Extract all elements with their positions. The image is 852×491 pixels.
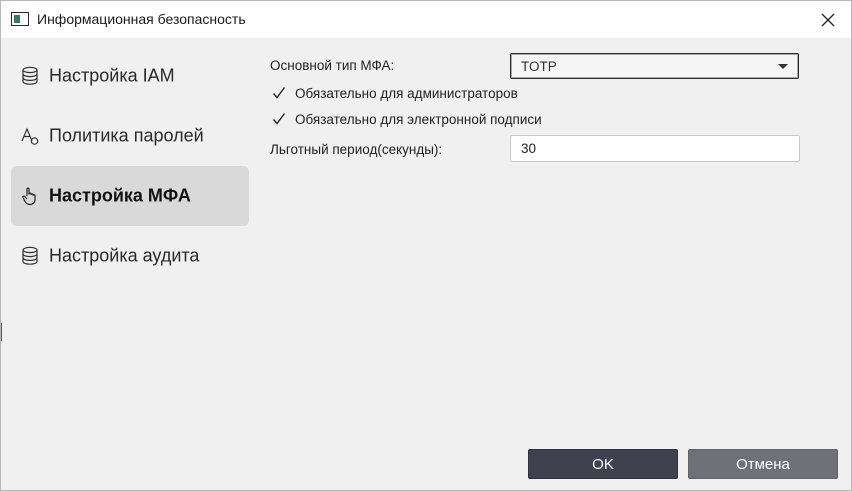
sidebar-item-iam[interactable]: Настройка IAM (11, 46, 249, 106)
mfa-type-value: TOTP (521, 59, 557, 74)
chevron-down-icon (778, 64, 788, 69)
grace-period-input[interactable] (510, 135, 800, 162)
require-admins-checkbox[interactable] (270, 84, 288, 102)
text-style-icon (20, 126, 40, 146)
sidebar-item-label: Настройка МФА (49, 185, 191, 206)
window-title: Информационная безопасность (37, 11, 246, 27)
cancel-button[interactable]: Отмена (688, 449, 838, 479)
require-esign-checkbox[interactable] (270, 110, 288, 128)
sidebar-item-mfa[interactable]: Настройка МФА (11, 166, 249, 226)
sidebar-item-label: Настройка IAM (49, 65, 175, 86)
hand-pointer-icon (20, 186, 40, 206)
sidebar-item-audit[interactable]: Настройка аудита (11, 226, 249, 286)
sidebar-item-password-policy[interactable]: Политика паролей (11, 106, 249, 166)
settings-sidebar: Настройка IAM Политика паролей Настройка… (11, 46, 249, 286)
database-icon (20, 246, 40, 266)
mfa-type-label: Основной тип МФА: (270, 58, 395, 73)
close-icon (821, 13, 835, 26)
title-bar[interactable]: Информационная безопасность (1, 1, 851, 38)
grace-period-label: Льготный период(секунды): (270, 142, 443, 157)
require-admins-row[interactable]: Обязательно для администраторов (270, 83, 518, 103)
ok-button[interactable]: OK (528, 449, 678, 479)
require-esign-label: Обязательно для электронной подписи (295, 111, 542, 127)
require-admins-label: Обязательно для администраторов (295, 85, 518, 101)
require-esign-row[interactable]: Обязательно для электронной подписи (270, 109, 542, 129)
sidebar-item-label: Политика паролей (49, 125, 204, 146)
dialog-window: Информационная безопасность Настройка IA… (0, 0, 852, 491)
database-icon (20, 66, 40, 86)
mfa-type-select[interactable]: TOTP (510, 53, 799, 79)
window-edge-mark (1, 323, 2, 341)
window-app-icon (11, 12, 29, 26)
checkmark-icon (272, 113, 286, 125)
checkmark-icon (272, 87, 286, 99)
close-button[interactable] (805, 1, 851, 38)
sidebar-item-label: Настройка аудита (49, 245, 200, 266)
